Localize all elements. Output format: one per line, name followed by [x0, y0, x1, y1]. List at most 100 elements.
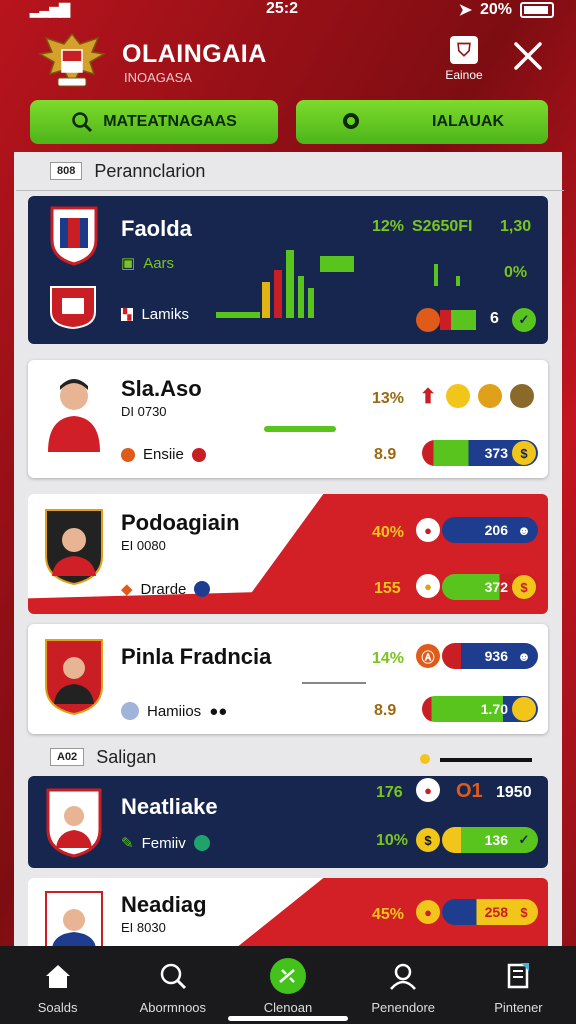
- sunglasses-icon: ●●: [209, 702, 228, 720]
- player-mini: Ensiie: [121, 446, 206, 463]
- stat-pill-value: 936: [484, 648, 508, 664]
- check-icon: ✓: [512, 828, 536, 852]
- player-code: EI 8030: [121, 920, 166, 935]
- nav-item-search[interactable]: Abormnoos: [115, 946, 230, 1024]
- player-name: Sla.Aso: [121, 376, 202, 401]
- nav-item-home[interactable]: Soalds: [0, 946, 115, 1024]
- nav-label: Clenoan: [263, 1000, 313, 1015]
- section-tag: 808: [50, 162, 83, 180]
- ball-icon: [194, 581, 211, 597]
- battery-icon: [520, 2, 554, 18]
- stat-value: 8.9: [374, 702, 397, 719]
- garuda-crest-icon: [37, 32, 107, 88]
- stat-value: O1: [456, 780, 483, 802]
- stat-percent: 14%: [372, 650, 405, 667]
- section-header: A02 Saligan: [50, 744, 156, 770]
- player-code: DI 0730: [121, 404, 167, 419]
- header-action-button[interactable]: ⛉ Eainoe: [440, 36, 488, 82]
- nav-label: Penendore: [371, 1000, 436, 1015]
- coin-icon: $: [512, 900, 536, 924]
- player-card[interactable]: Neadiag EI 8030 45% ● 258 $: [28, 878, 548, 948]
- stat-value: 176: [376, 784, 403, 801]
- stat-percent: 45%: [372, 906, 405, 923]
- team-card[interactable]: Neatliake ✎ Femiiv 176 ● O1 1950 10% $ 13…: [28, 776, 548, 868]
- player-shield-avatar: [45, 639, 103, 716]
- coin-icon: [512, 697, 536, 721]
- stat-percent: 0%: [504, 264, 528, 281]
- header-action-label: Eainoe: [445, 68, 483, 82]
- stat-value: 155: [374, 580, 401, 597]
- player-mini: ◆ Drarde: [121, 580, 211, 598]
- club-crest-icon: [50, 286, 96, 330]
- team-meta: ▣ Aars: [121, 254, 175, 273]
- app-header: OLAINGAIA INOAGASA ⛉ Eainoe MATEATNAGAAS…: [0, 22, 576, 150]
- coin-icon: [478, 384, 502, 408]
- stat-pill-value: 373: [484, 445, 508, 461]
- coin-icon: Ⓐ: [416, 644, 440, 668]
- stat-percent: 12%: [372, 218, 405, 235]
- player-name: Podoagiain: [121, 510, 240, 535]
- card-accent: [28, 588, 408, 614]
- stat-value: 8.9: [374, 446, 397, 463]
- player-shield-avatar: [45, 891, 103, 948]
- nav-item-team[interactable]: Penendore: [346, 946, 461, 1024]
- chat-icon: [343, 113, 359, 129]
- player-mini-label: Hamiios: [147, 702, 202, 720]
- coin-icon: [446, 384, 470, 408]
- team-meta-label: Aars: [143, 254, 175, 272]
- trophy-icon: [500, 958, 536, 994]
- match-card[interactable]: Faolda ▣ Aars ▚ Lamiks 12% S2650FI 1,30 0%…: [28, 196, 548, 344]
- close-icon[interactable]: [510, 38, 546, 74]
- progress-bar: [264, 426, 336, 432]
- fire-icon: ◆: [121, 581, 133, 598]
- team-mini-label: Lamiks: [141, 306, 189, 323]
- stat-pill-value: 136: [484, 832, 508, 848]
- home-indicator[interactable]: [228, 1016, 348, 1021]
- indicator-line: [440, 758, 532, 762]
- nav-label: Soalds: [37, 1000, 78, 1015]
- coin-icon: ●: [416, 574, 440, 598]
- player-mini-label: Drarde: [140, 580, 187, 598]
- app-subtitle: INOAGASA: [124, 70, 192, 85]
- team-name: Faolda: [121, 216, 192, 241]
- stat-percent: 10%: [376, 832, 409, 849]
- form-bar: [440, 310, 476, 330]
- location-icon: ➤: [458, 2, 472, 19]
- home-icon: [40, 958, 76, 994]
- section-header: 808 Perannclarion: [50, 158, 205, 184]
- player-card[interactable]: Pinla Fradncia Hamiios ●● 14% Ⓐ 936 ☻ 8.9…: [28, 624, 548, 734]
- second-button-label: IALAUAK: [432, 113, 504, 130]
- second-action-button[interactable]: IALAUAK: [296, 100, 548, 144]
- search-button[interactable]: MATEATNAGAAS: [30, 100, 278, 144]
- check-icon[interactable]: ✓: [512, 308, 536, 332]
- team-mini: ▚ Lamiks: [121, 306, 189, 323]
- player-mini: Hamiios ●●: [121, 702, 227, 720]
- search-icon: [72, 112, 93, 133]
- nav-item-center[interactable]: Clenoan: [230, 946, 345, 1024]
- player-card[interactable]: Podoagiain EI 0080 ◆ Drarde 40% ● 206 ☻ 1…: [28, 494, 548, 614]
- stat-pill-value: 1.70: [480, 701, 508, 717]
- team-mini: ✎ Femiiv: [121, 834, 210, 852]
- search-icon: [155, 958, 191, 994]
- coin-icon: $: [416, 828, 440, 852]
- arrow-icon: ⬆: [419, 385, 437, 408]
- bar-chart-icon: [216, 250, 354, 318]
- coin-icon: $: [512, 575, 536, 599]
- player-card[interactable]: Sla.Aso DI 0730 Ensiie 13% ⬆ 8.9 373 $: [28, 360, 548, 478]
- nav-label: Abormnoos: [139, 1000, 207, 1015]
- whistle-icon: ✎: [121, 835, 134, 852]
- player-shield-avatar: [45, 509, 103, 586]
- team-name: Neatliake: [121, 794, 218, 819]
- status-time: 25:2: [266, 0, 299, 17]
- section-title: Perannclarion: [94, 160, 206, 181]
- player-name: Pinla Fradncia: [121, 644, 272, 669]
- stat-pill-value: 372: [484, 579, 508, 595]
- nav-item-trophy[interactable]: Pintener: [461, 946, 576, 1024]
- coin-icon: ●: [416, 518, 440, 542]
- indicator-dot: [420, 754, 430, 764]
- player-code: EI 0080: [121, 538, 166, 553]
- indicator: [456, 276, 460, 286]
- stat-percent: 40%: [372, 524, 405, 541]
- badge-icon: [193, 835, 210, 851]
- search-button-label: MATEATNAGAAS: [103, 113, 237, 130]
